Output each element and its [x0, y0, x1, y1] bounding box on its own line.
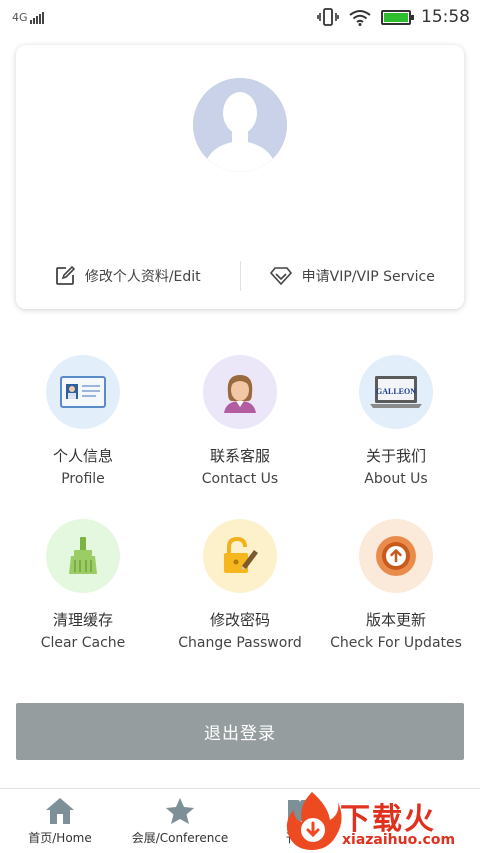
vip-service-label: 申请VIP/VIP Service — [301, 269, 435, 285]
battery-icon — [381, 9, 414, 25]
menu-label-en: Check For Updates — [330, 635, 462, 651]
nav-item-home[interactable]: 首页/Home — [0, 789, 120, 853]
nav-item-conference[interactable]: 会展/Conference — [120, 789, 240, 853]
menu-label-en: About Us — [364, 471, 428, 487]
home-icon — [46, 798, 74, 824]
menu-label-en: Contact Us — [201, 471, 279, 487]
star-icon — [166, 798, 194, 824]
vibrate-icon — [317, 8, 339, 26]
nav-label: 会展/Conference — [131, 831, 229, 845]
menu-label-en: Clear Cache — [40, 635, 126, 651]
edit-icon — [55, 266, 75, 285]
menu-label-cn: 联系客服 — [209, 447, 270, 465]
customer-service-icon — [224, 375, 256, 413]
lock-icon — [224, 536, 258, 573]
network-indicator: 4G — [12, 11, 44, 24]
vip-service-button[interactable]: 申请VIP/VIP Service — [241, 259, 465, 293]
menu-label-en: Change Password — [178, 635, 302, 651]
menu-label-cn: 清理缓存 — [52, 611, 113, 629]
menu-label-cn: 个人信息 — [52, 447, 113, 465]
edit-profile-button[interactable]: 修改个人资料/Edit — [16, 259, 240, 293]
watermark-logo: 下载火 xiazaihuo.com — [282, 788, 480, 853]
avatar[interactable] — [193, 78, 287, 172]
menu-icon-circle — [203, 355, 277, 429]
status-bar: 4G 15:58 — [0, 0, 480, 34]
menu-icon-circle — [203, 519, 277, 593]
clock: 15:58 — [421, 7, 470, 27]
menu-item-change-password[interactable]: 修改密码 Change Password — [165, 519, 315, 669]
default-avatar-icon — [193, 78, 287, 172]
wifi-icon — [349, 9, 371, 26]
profile-card: 修改个人资料/Edit 申请VIP/VIP Service — [16, 45, 464, 309]
menu-label-cn: 版本更新 — [365, 611, 426, 629]
edit-profile-label: 修改个人资料/Edit — [84, 269, 201, 285]
menu-icon-circle — [46, 355, 120, 429]
signal-icon — [29, 11, 44, 24]
diamond-icon — [269, 267, 292, 285]
menu-label-cn: 关于我们 — [365, 447, 426, 465]
broom-icon — [69, 537, 97, 574]
logout-button[interactable]: 退出登录 — [16, 703, 464, 760]
flame-logo-icon — [286, 792, 342, 850]
nav-label: 首页/Home — [28, 831, 92, 845]
laptop-icon: GALLEON — [370, 376, 422, 408]
menu-item-check-updates[interactable]: 版本更新 Check For Updates — [321, 519, 471, 669]
menu-item-clear-cache[interactable]: 清理缓存 Clear Cache — [8, 519, 158, 669]
menu-icon-circle — [46, 519, 120, 593]
menu-icon-circle: GALLEON — [359, 355, 433, 429]
menu-item-contact-us[interactable]: 联系客服 Contact Us — [165, 355, 315, 505]
watermark-url: xiazaihuo.com — [342, 832, 456, 848]
menu-item-profile[interactable]: 个人信息 Profile — [8, 355, 158, 505]
menu-item-about-us[interactable]: GALLEON 关于我们 About Us — [321, 355, 471, 505]
about-logo-text: GALLEON — [376, 387, 416, 396]
update-icon — [376, 536, 416, 576]
menu-icon-circle — [359, 519, 433, 593]
network-type: 4G — [12, 10, 28, 24]
menu-label-en: Profile — [61, 471, 105, 487]
id-card-icon — [60, 376, 106, 408]
menu-label-cn: 修改密码 — [209, 611, 270, 629]
